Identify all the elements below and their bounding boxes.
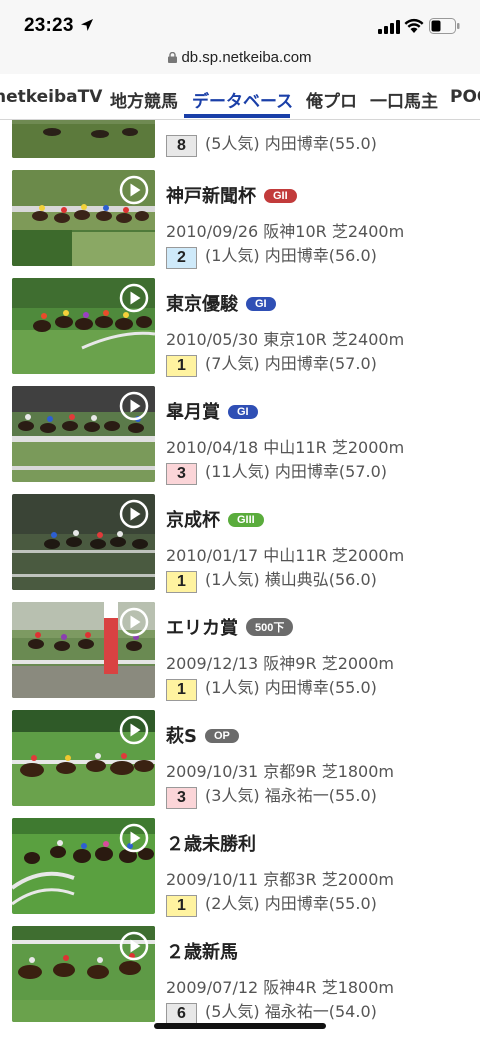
play-icon [119, 175, 149, 205]
list-item[interactable]: ２歳未勝利 2009/10/11 京都3R 芝2000m 1 (2人気) 内田博幸… [0, 816, 480, 924]
nav-item-pog[interactable]: POG [450, 87, 480, 107]
finish-position: 1 [166, 679, 197, 701]
nav-item-local-racing[interactable]: 地方競馬 [110, 87, 178, 112]
race-date-venue: 2010/01/17 中山11R 芝2000m [166, 546, 405, 565]
url-text: db.sp.netkeiba.com [181, 49, 312, 66]
race-video-thumbnail[interactable] [12, 386, 155, 482]
play-icon [119, 715, 149, 745]
list-item[interactable]: ２歳新馬 2009/07/12 阪神4R 芝1800m 6 (5人気) 福永祐一(… [0, 924, 480, 1032]
popularity-jockey: (1人気) 内田博幸(55.0) [205, 678, 377, 697]
race-date-venue: 2009/07/12 阪神4R 芝1800m [166, 978, 394, 997]
grade-badge: GI [228, 405, 258, 419]
race-video-thumbnail[interactable] [12, 278, 155, 374]
cellular-signal-icon [378, 20, 400, 34]
popularity-jockey: (11人気) 内田博幸(57.0) [205, 462, 388, 481]
race-video-thumbnail[interactable] [12, 494, 155, 590]
status-bar: 23:23 [0, 0, 480, 46]
race-date-venue: 2010/04/18 中山11R 芝2000m [166, 438, 405, 457]
play-icon [119, 283, 149, 313]
play-icon [119, 931, 149, 961]
grade-badge: GI [246, 297, 276, 311]
home-indicator[interactable] [154, 1023, 326, 1029]
popularity-jockey: (1人気) 内田博幸(56.0) [205, 246, 377, 265]
play-icon [119, 499, 149, 529]
grade-badge: OP [204, 729, 239, 743]
popularity-jockey: (3人気) 福永祐一(55.0) [205, 786, 377, 805]
popularity-jockey: (2人気) 内田博幸(55.0) [205, 894, 377, 913]
race-name: ２歳新馬 [166, 942, 238, 963]
grade-badge: GII [264, 189, 297, 203]
finish-position: 3 [166, 463, 197, 485]
race-date-venue: 2009/12/13 阪神9R 芝2000m [166, 654, 394, 673]
race-name: 京成杯 [166, 510, 220, 531]
race-date-venue: 2009/10/31 京都9R 芝1800m [166, 762, 394, 781]
nav-item-hitokuchi[interactable]: 一口馬主 [370, 87, 438, 112]
race-video-thumbnail[interactable] [12, 120, 155, 158]
race-result-list: 8 (5人気) 内田博幸(55.0) 神戸新聞杯 GII 2010/09/26 阪神… [0, 120, 480, 1039]
nav-active-indicator [184, 114, 290, 118]
wifi-icon [404, 18, 424, 33]
grade-badge: 500下 [246, 618, 294, 636]
race-date-venue: 2010/05/30 東京10R 芝2400m [166, 330, 405, 349]
race-video-thumbnail[interactable] [12, 170, 155, 266]
nav-item-database[interactable]: データベース [192, 87, 293, 112]
finish-position: 2 [166, 247, 197, 269]
popularity-jockey: (7人気) 内田博幸(57.0) [205, 354, 377, 373]
race-video-thumbnail[interactable] [12, 602, 155, 698]
finish-position: 3 [166, 787, 197, 809]
status-time: 23:23 [24, 15, 74, 36]
finish-position: 1 [166, 571, 197, 593]
category-nav: netkeibaTV 地方競馬 データベース 俺プロ 一口馬主 POG [0, 74, 480, 120]
popularity-jockey: (5人気) 内田博幸(55.0) [205, 134, 377, 153]
lock-icon [168, 52, 178, 63]
race-name: エリカ賞 [166, 618, 238, 639]
race-date-venue: 2009/10/11 京都3R 芝2000m [166, 870, 394, 889]
location-arrow-icon [81, 19, 93, 31]
battery-icon [429, 18, 460, 34]
finish-position: 1 [166, 895, 197, 917]
nav-item-netkeibatv[interactable]: netkeibaTV [0, 87, 102, 107]
race-name: 東京優駿 [166, 294, 238, 315]
play-icon [119, 391, 149, 421]
play-icon [119, 607, 149, 637]
race-name: 萩S [166, 726, 197, 747]
list-item[interactable]: 京成杯 GIII 2010/01/17 中山11R 芝2000m 1 (1人気) 横… [0, 492, 480, 600]
finish-position: 6 [166, 1003, 197, 1025]
popularity-jockey: (5人気) 福永祐一(54.0) [205, 1002, 377, 1021]
list-item[interactable]: 神戸新聞杯 GII 2010/09/26 阪神10R 芝2400m 2 (1人気) … [0, 168, 480, 276]
race-video-thumbnail[interactable] [12, 818, 155, 914]
finish-position: 1 [166, 355, 197, 377]
popularity-jockey: (1人気) 横山典弘(56.0) [205, 570, 377, 589]
race-name: 神戸新聞杯 [166, 186, 256, 207]
race-date-venue: 2010/09/26 阪神10R 芝2400m [166, 222, 405, 241]
play-icon [119, 823, 149, 853]
list-item[interactable]: 8 (5人気) 内田博幸(55.0) [0, 120, 480, 168]
grade-badge: GIII [228, 513, 264, 527]
address-bar[interactable]: db.sp.netkeiba.com [0, 46, 480, 74]
race-video-thumbnail[interactable] [12, 926, 155, 1022]
list-item[interactable]: 皐月賞 GI 2010/04/18 中山11R 芝2000m 3 (11人気) 内田… [0, 384, 480, 492]
finish-position: 8 [166, 135, 197, 157]
race-video-thumbnail[interactable] [12, 710, 155, 806]
nav-item-orepro[interactable]: 俺プロ [306, 87, 357, 112]
list-item[interactable]: 東京優駿 GI 2010/05/30 東京10R 芝2400m 1 (7人気) 内田… [0, 276, 480, 384]
list-item[interactable]: エリカ賞 500下 2009/12/13 阪神9R 芝2000m 1 (1人気) 内… [0, 600, 480, 708]
list-item[interactable]: 萩S OP 2009/10/31 京都9R 芝1800m 3 (3人気) 福永祐一(… [0, 708, 480, 816]
race-name: 皐月賞 [166, 402, 220, 423]
race-name: ２歳未勝利 [166, 834, 256, 855]
